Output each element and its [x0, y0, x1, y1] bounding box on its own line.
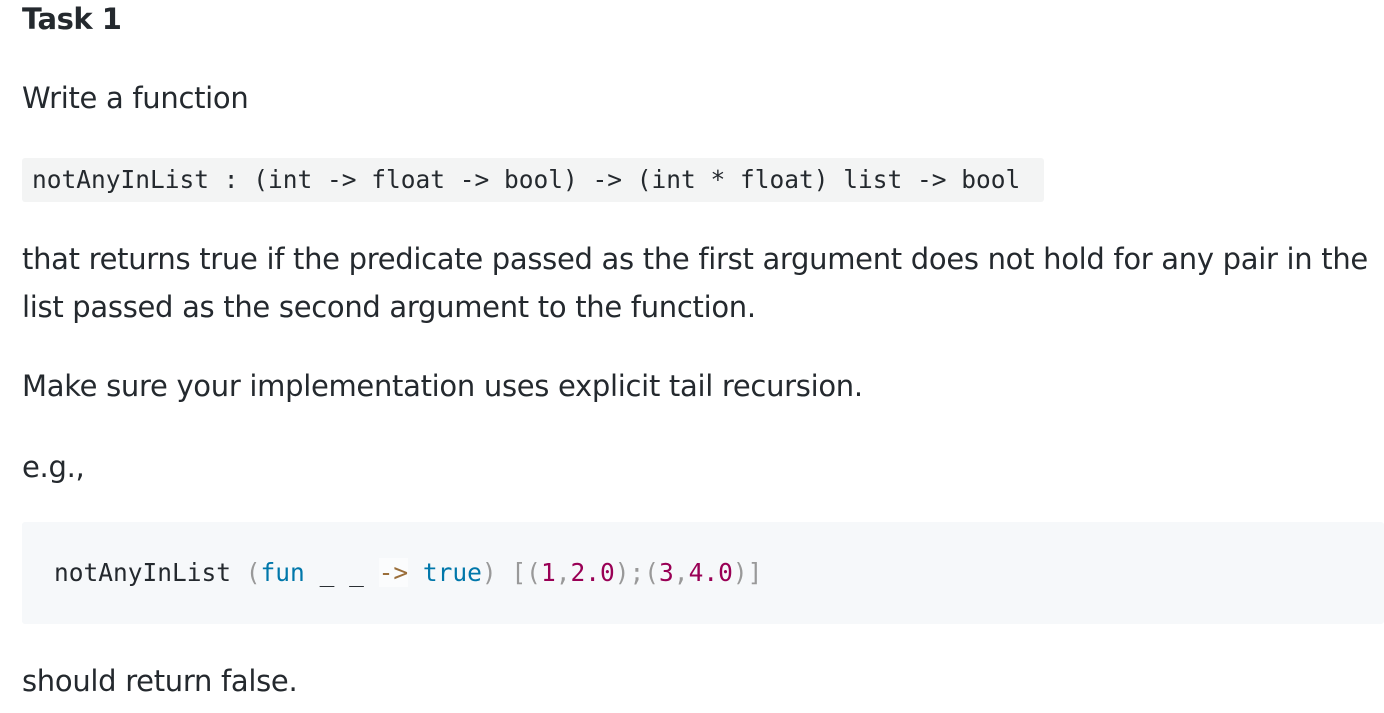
task-heading: Task 1	[22, 2, 122, 36]
requirement-text: Make sure your implementation uses expli…	[22, 369, 863, 403]
code-keyword-fun: fun	[260, 558, 305, 587]
code-open-paren: (	[245, 558, 261, 587]
code-tuple-close: )	[732, 558, 748, 587]
code-keyword-true: true	[422, 558, 482, 587]
code-number: 3	[659, 558, 674, 587]
code-close-paren: )	[481, 558, 497, 587]
task-document: Task 1 Write a function notAnyInList : (…	[0, 0, 1384, 713]
code-comma: ,	[555, 558, 571, 587]
code-tuple-open: (	[526, 558, 541, 587]
intro-text: Write a function	[22, 81, 249, 115]
code-semicolon: ;	[629, 558, 645, 587]
function-signature: notAnyInList : (int -> float -> bool) ->…	[22, 158, 1044, 202]
code-number: 2.0	[570, 558, 615, 587]
code-function-name: notAnyInList	[54, 558, 232, 587]
example-code-block: notAnyInList (fun _ _ -> true) [(1,2.0);…	[22, 522, 1384, 624]
code-wildcards: _ _	[304, 558, 379, 587]
example-label: e.g.,	[22, 450, 85, 484]
code-close-bracket: ]	[747, 558, 763, 587]
description-text: that returns true if the predicate passe…	[22, 242, 1368, 324]
conclusion-text: should return false.	[22, 664, 298, 698]
code-tuple-open: (	[644, 558, 660, 587]
code-arrow: ->	[378, 558, 409, 587]
code-comma: ,	[673, 558, 689, 587]
code-open-bracket: [	[511, 558, 527, 587]
code-number: 1	[540, 558, 556, 587]
code-tuple-close: )	[614, 558, 630, 587]
code-number: 4.0	[688, 558, 733, 587]
